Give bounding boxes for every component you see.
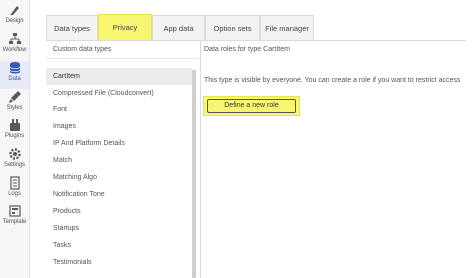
database-icon: [9, 62, 20, 74]
sidebar-item-workflow[interactable]: Workflow: [0, 32, 29, 60]
column-divider: [200, 41, 201, 278]
list-item[interactable]: Tasks: [46, 237, 192, 254]
list-item[interactable]: Notification Tone: [46, 186, 192, 203]
sidebar-item-label: Settings: [4, 162, 25, 168]
sidebar-item-label: Data: [8, 76, 21, 82]
tab-bar-divider: [46, 40, 466, 41]
list-item[interactable]: Font: [46, 101, 192, 118]
sidebar-item-label: Design: [5, 18, 24, 24]
tab-app-data[interactable]: App data: [152, 15, 205, 41]
list-item[interactable]: Match: [46, 152, 192, 169]
sidebar-item-label: Styles: [6, 105, 23, 111]
tab-privacy[interactable]: Privacy: [98, 14, 152, 41]
list-item[interactable]: Compressed File (Cloudconvert): [46, 85, 192, 102]
tab-data-types[interactable]: Data types: [46, 15, 98, 41]
data-roles-header: Data roles for type CartItem: [204, 46, 290, 53]
tab-file-manager[interactable]: File manager: [260, 15, 314, 41]
template-icon: [8, 205, 21, 217]
list-item[interactable]: Matching Algo: [46, 169, 192, 186]
sidebar-item-label: Template: [2, 219, 27, 225]
visibility-description: This type is visible by everyone. You ca…: [204, 77, 461, 84]
styles-icon: [8, 91, 21, 103]
custom-data-types-header: Custom data types: [53, 46, 112, 53]
sidebar-item-data[interactable]: Data: [0, 61, 29, 89]
workflow-icon: [8, 33, 21, 44]
list-item-cartitem[interactable]: CartItem: [46, 68, 192, 85]
plugins-icon: [9, 119, 20, 131]
app-sidebar: Design Workflow Data Styles Plugins Sett…: [0, 0, 30, 278]
logs-icon: [9, 176, 20, 190]
tab-option-sets[interactable]: Option sets: [205, 15, 260, 41]
list-item[interactable]: Products: [46, 203, 192, 220]
list-item[interactable]: IP And Platform Details: [46, 135, 192, 152]
sidebar-item-settings[interactable]: Settings: [0, 147, 29, 175]
define-role-button-highlight[interactable]: Define a new role: [203, 96, 300, 116]
sidebar-item-plugins[interactable]: Plugins: [0, 118, 29, 146]
sidebar-item-template[interactable]: Template: [0, 204, 29, 232]
sidebar-item-label: Logs: [8, 191, 21, 197]
list-header-divider: [46, 58, 198, 59]
sidebar-item-label: Workflow: [2, 47, 27, 53]
sidebar-item-logs[interactable]: Logs: [0, 176, 29, 204]
list-scrollbar[interactable]: [192, 70, 196, 278]
define-role-button[interactable]: Define a new role: [207, 99, 296, 113]
list-item[interactable]: Startups: [46, 220, 192, 237]
sidebar-item-styles[interactable]: Styles: [0, 90, 29, 118]
settings-icon: [8, 148, 21, 160]
sidebar-item-label: Plugins: [5, 133, 24, 139]
list-item[interactable]: Testimonials: [46, 254, 192, 271]
sidebar-item-design[interactable]: Design: [0, 3, 29, 31]
list-item[interactable]: Images: [46, 118, 192, 135]
design-icon: [9, 6, 19, 15]
